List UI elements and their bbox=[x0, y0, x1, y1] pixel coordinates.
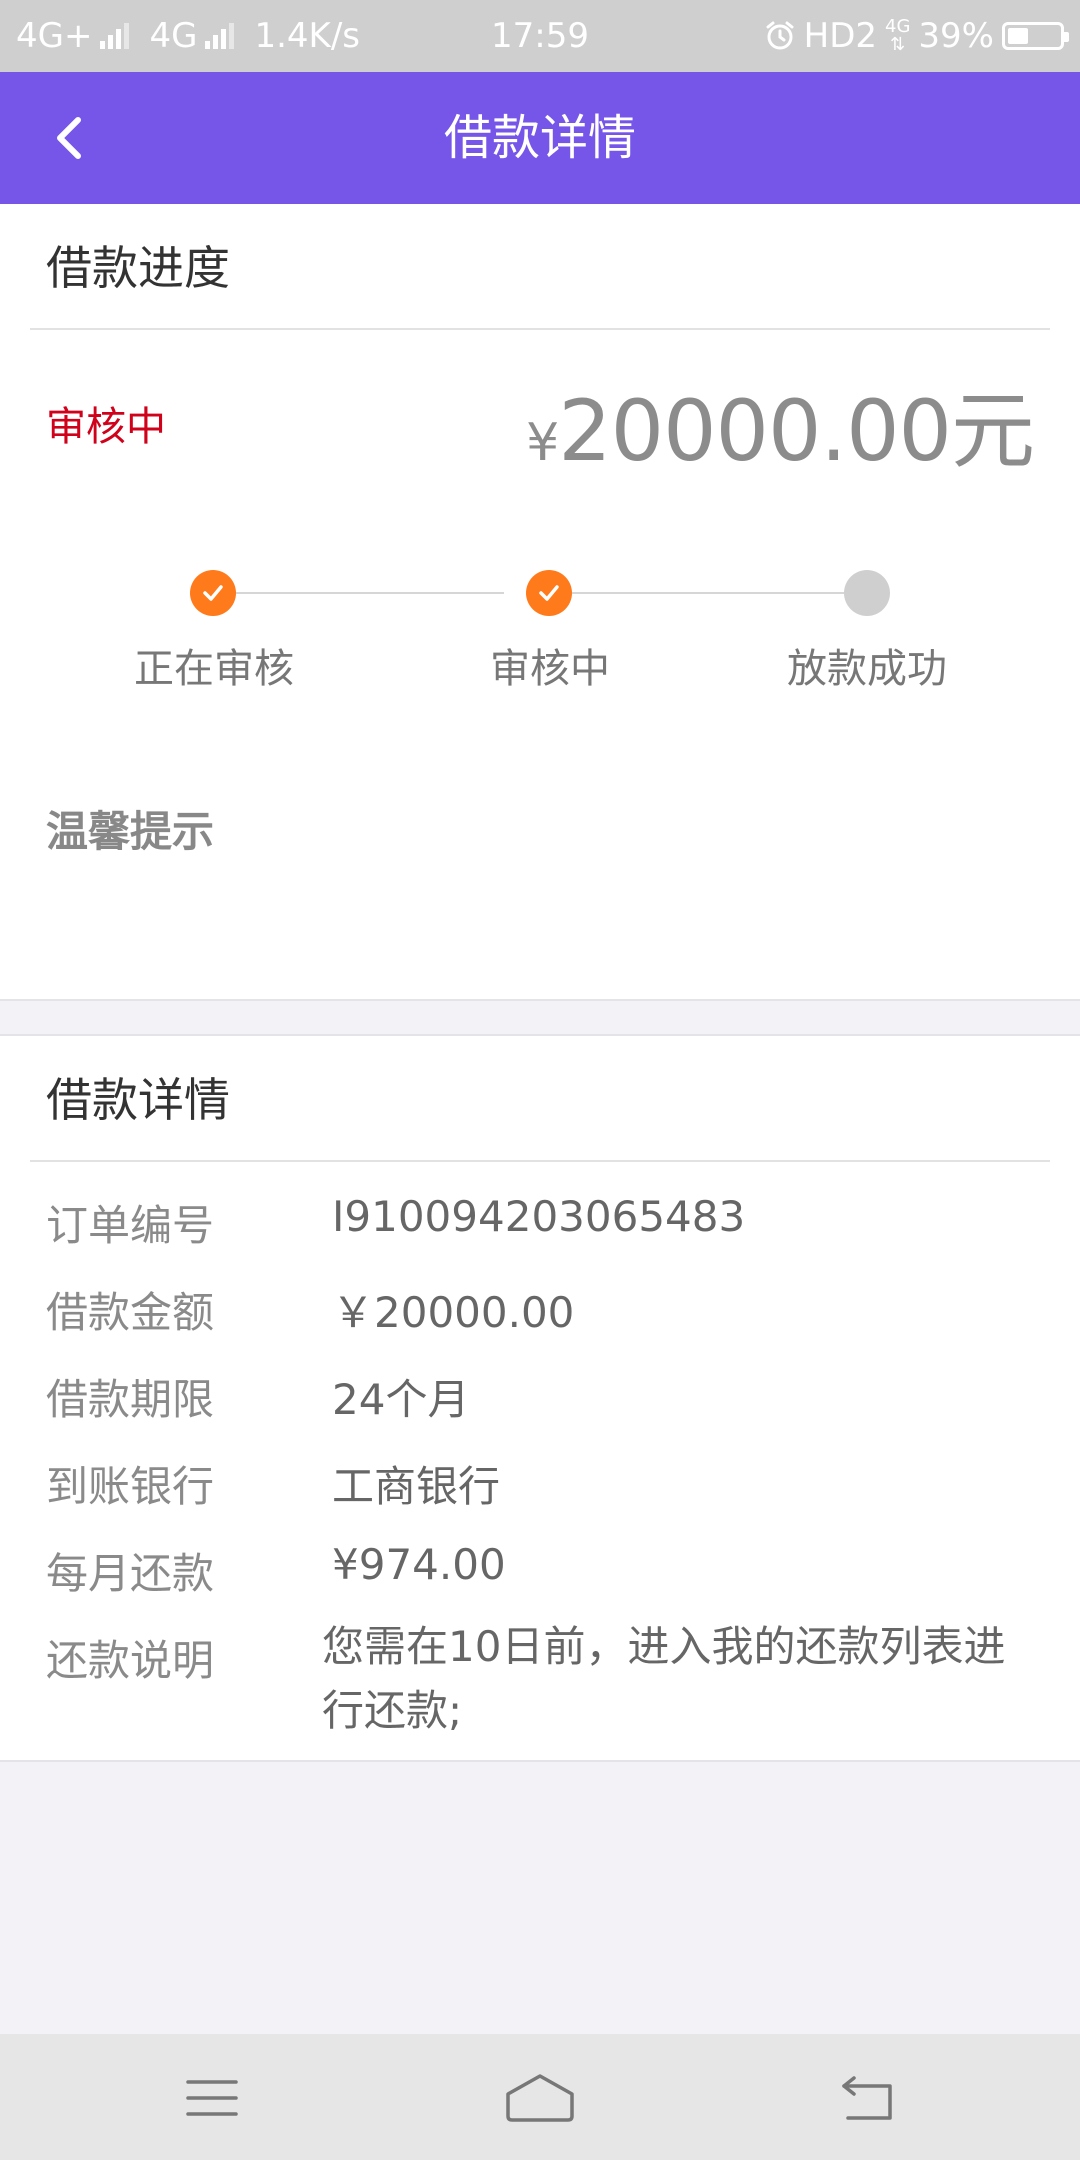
detail-value: ￥20000.00 bbox=[332, 1288, 575, 1337]
signal-icon-1 bbox=[100, 23, 130, 49]
amount-value: 20000.00元 bbox=[558, 382, 1035, 480]
menu-icon bbox=[186, 2080, 238, 2116]
step-connector-1 bbox=[236, 592, 504, 594]
network-type-2: 4G bbox=[149, 16, 198, 56]
network-type-1: 4G+ bbox=[16, 16, 93, 56]
battery-icon bbox=[1002, 22, 1069, 50]
detail-label: 还款说明 bbox=[46, 1636, 215, 1685]
status-bar-right: HD2 4G ⇅ 39% bbox=[764, 0, 1069, 72]
details-section-title: 借款详情 bbox=[46, 1073, 230, 1127]
step-3-pending-dot bbox=[844, 570, 890, 616]
detail-label: 每月还款 bbox=[46, 1549, 215, 1598]
details-divider bbox=[30, 1160, 1050, 1162]
detail-label: 订单编号 bbox=[46, 1201, 215, 1250]
alarm-icon bbox=[766, 21, 794, 50]
clock: 17:59 bbox=[491, 16, 589, 56]
step-2-check-icon bbox=[526, 570, 572, 616]
back-button[interactable] bbox=[30, 98, 110, 178]
progress-divider bbox=[30, 328, 1050, 330]
detail-label: 借款金额 bbox=[46, 1288, 215, 1337]
loan-amount: ¥20000.00元 bbox=[526, 364, 1035, 485]
detail-label: 到账银行 bbox=[46, 1462, 215, 1511]
network-speed: 1.4K/s bbox=[254, 16, 360, 56]
system-nav-bar bbox=[0, 2034, 1080, 2160]
battery-level bbox=[1008, 28, 1028, 44]
battery-percent: 39% bbox=[918, 16, 994, 56]
home-button[interactable] bbox=[500, 2058, 580, 2138]
step-1-label: 正在审核 bbox=[134, 646, 294, 692]
hd-indicator: HD2 bbox=[803, 16, 878, 56]
detail-label: 借款期限 bbox=[46, 1375, 215, 1424]
status-bar-left: 4G+ 4G 1.4K/s bbox=[16, 0, 360, 72]
menu-button[interactable] bbox=[172, 2058, 252, 2138]
detail-value: ¥974.00 bbox=[332, 1540, 506, 1589]
step-3-label: 放款成功 bbox=[787, 646, 947, 692]
loan-details-card: 借款详情 订单编号 I910094203065483 借款金额 ￥20000.0… bbox=[0, 1034, 1080, 1762]
loan-progress-card: 借款进度 审核中 ¥20000.00元 正在审核 审核中 放款成功 温馨提示 bbox=[0, 204, 1080, 1001]
back-nav-button[interactable] bbox=[828, 2058, 908, 2138]
step-2-label: 审核中 bbox=[490, 646, 610, 692]
signal-icon-2 bbox=[205, 23, 235, 49]
detail-value: I910094203065483 bbox=[332, 1192, 746, 1241]
detail-value: 工商银行 bbox=[332, 1462, 501, 1511]
data-arrows-icon: ⇅ bbox=[890, 34, 906, 55]
status-bar: 4G+ 4G 1.4K/s 17:59 HD2 4G ⇅ 39% bbox=[0, 0, 1080, 72]
step-1-check-icon bbox=[190, 570, 236, 616]
progress-steps: 正在审核 审核中 放款成功 bbox=[0, 556, 1080, 716]
amount-currency: ¥ bbox=[526, 413, 559, 473]
title-bar: 借款详情 bbox=[0, 72, 1080, 204]
back-arrow-icon bbox=[842, 2076, 892, 2120]
home-icon bbox=[506, 2074, 574, 2122]
tip-title: 温馨提示 bbox=[46, 807, 215, 856]
detail-value: 24个月 bbox=[332, 1375, 470, 1424]
page-title: 借款详情 bbox=[443, 110, 636, 166]
progress-section-title: 借款进度 bbox=[46, 241, 230, 295]
chevron-left-icon bbox=[57, 117, 81, 159]
loan-status: 审核中 bbox=[46, 404, 166, 450]
step-connector-2 bbox=[572, 592, 866, 594]
detail-value: 您需在10日前，进入我的还款列表进行还款; bbox=[322, 1622, 1006, 1735]
mobile-data-indicator: 4G ⇅ bbox=[885, 18, 910, 54]
